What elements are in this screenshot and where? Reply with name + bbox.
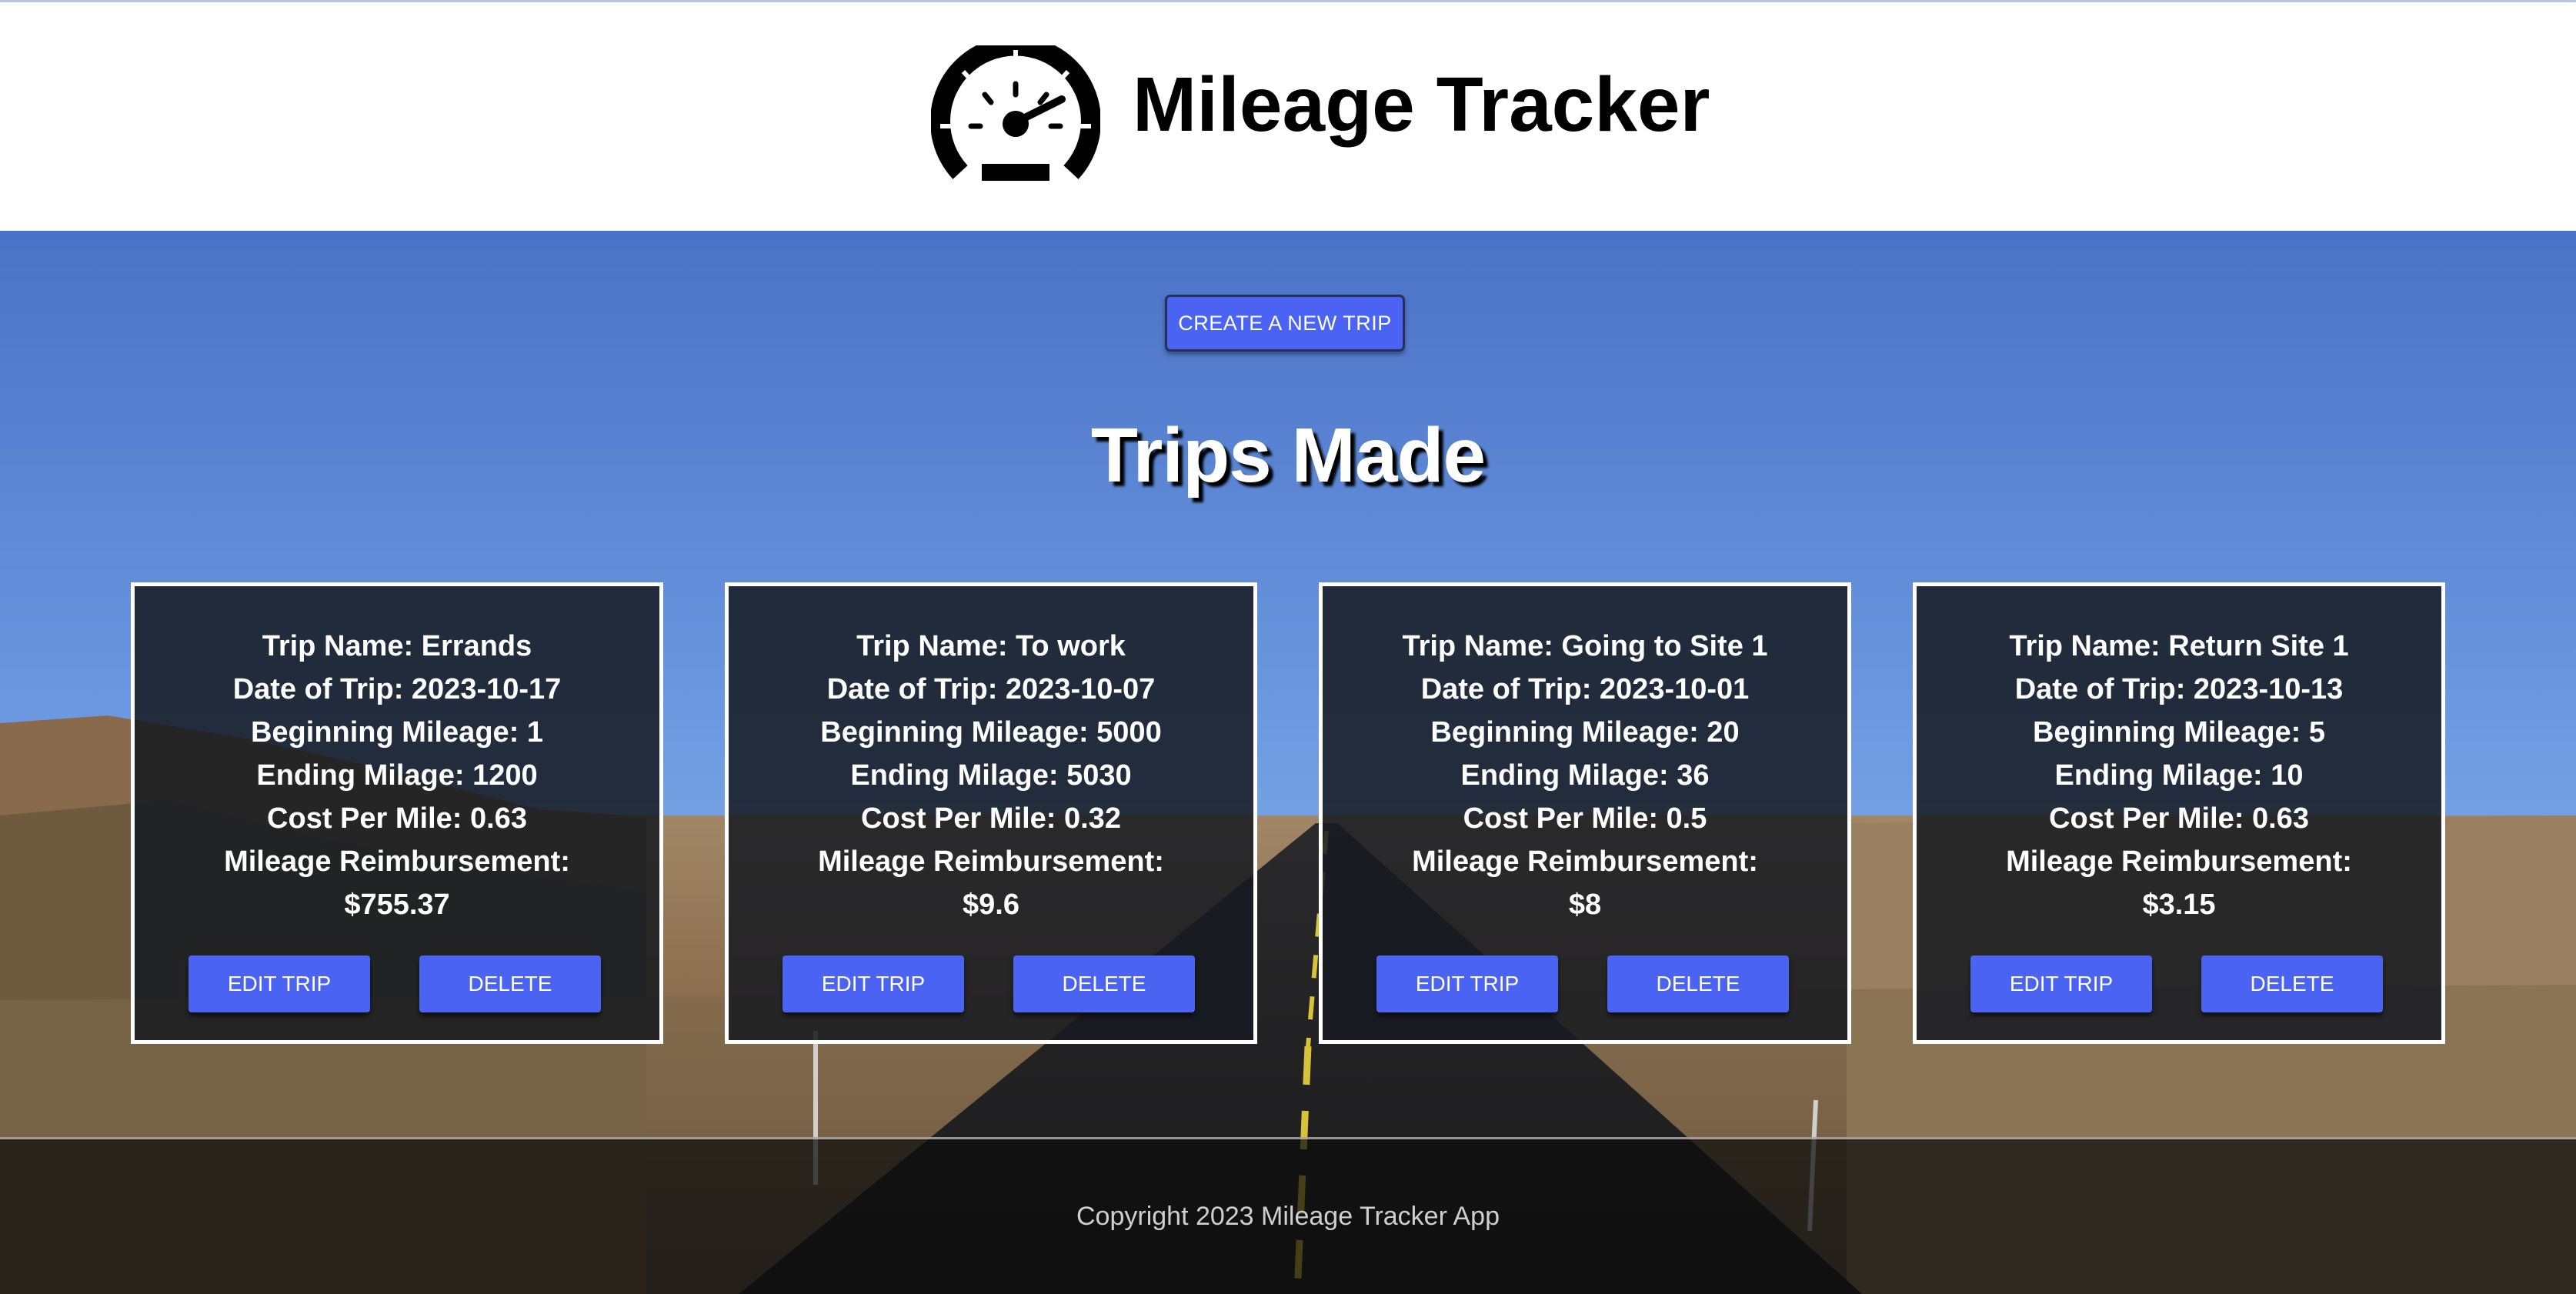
trip-date: Date of Trip: 2023-10-07 [826,673,1156,705]
cost-per-mile: Cost Per Mile: 0.5 [1463,802,1707,835]
reimbursement-value: $8 [1568,889,1602,921]
reimbursement-label: Mileage Reimbursement: [818,845,1164,878]
delete-trip-button[interactable]: DELETE [2201,955,2383,1012]
trip-name: Trip Name: To work [856,630,1126,662]
ending-mileage: Ending Milage: 36 [1460,759,1710,792]
cost-per-mile: Cost Per Mile: 0.32 [861,802,1121,835]
edit-trip-button[interactable]: EDIT TRIP [1376,955,1558,1012]
trip-details: Trip Name: Going to Site 1 Date of Trip:… [1323,625,1847,926]
trip-card: Trip Name: Going to Site 1 Date of Trip:… [1319,582,1851,1044]
ending-mileage: Ending Milage: 1200 [256,759,538,792]
reimbursement-label: Mileage Reimbursement: [224,845,570,878]
reimbursement-label: Mileage Reimbursement: [2006,845,2352,878]
trip-name: Trip Name: Return Site 1 [2009,630,2349,662]
trip-date: Date of Trip: 2023-10-01 [1420,673,1750,705]
cost-per-mile: Cost Per Mile: 0.63 [2049,802,2309,835]
beginning-mileage: Beginning Mileage: 1 [250,716,544,749]
page-footer: Copyright 2023 Mileage Tracker App [0,1137,2576,1294]
delete-trip-button[interactable]: DELETE [1607,955,1789,1012]
app-header: Mileage Tracker [0,0,2576,231]
delete-trip-button[interactable]: DELETE [419,955,601,1012]
beginning-mileage: Beginning Mileage: 5 [2032,716,2326,749]
trip-date: Date of Trip: 2023-10-13 [2014,673,2344,705]
ending-mileage: Ending Milage: 10 [2054,759,2304,792]
trip-card-list: Trip Name: Errands Date of Trip: 2023-10… [0,582,2576,1044]
reimbursement-value: $3.15 [2142,889,2216,921]
trip-details: Trip Name: Errands Date of Trip: 2023-10… [135,625,659,926]
reimbursement-value: $9.6 [963,889,1019,921]
trip-name: Trip Name: Going to Site 1 [1402,630,1768,662]
app-title: Mileage Tracker [1133,62,1710,148]
main-content: CREATE A NEW TRIP Trips Made Trip Name: … [0,231,2576,1294]
cost-per-mile: Cost Per Mile: 0.63 [267,802,527,835]
reimbursement-label: Mileage Reimbursement: [1412,845,1758,878]
edit-trip-button[interactable]: EDIT TRIP [189,955,370,1012]
create-trip-button[interactable]: CREATE A NEW TRIP [1165,295,1405,352]
trip-card: Trip Name: To work Date of Trip: 2023-10… [725,582,1257,1044]
reimbursement-value: $755.37 [344,889,450,921]
edit-trip-button[interactable]: EDIT TRIP [782,955,964,1012]
edit-trip-button[interactable]: EDIT TRIP [1970,955,2152,1012]
trip-card: Trip Name: Errands Date of Trip: 2023-10… [131,582,663,1044]
trip-name: Trip Name: Errands [262,630,532,662]
beginning-mileage: Beginning Mileage: 20 [1430,716,1740,749]
trip-card: Trip Name: Return Site 1 Date of Trip: 2… [1913,582,2445,1044]
trip-details: Trip Name: To work Date of Trip: 2023-10… [729,625,1253,926]
speedometer-icon [930,35,1101,192]
beginning-mileage: Beginning Mileage: 5000 [820,716,1162,749]
trip-details: Trip Name: Return Site 1 Date of Trip: 2… [1917,625,2441,926]
trip-date: Date of Trip: 2023-10-17 [232,673,562,705]
delete-trip-button[interactable]: DELETE [1013,955,1195,1012]
ending-mileage: Ending Milage: 5030 [850,759,1132,792]
copyright-text: Copyright 2023 Mileage Tracker App [1076,1202,1500,1231]
section-title: Trips Made [1090,412,1486,499]
